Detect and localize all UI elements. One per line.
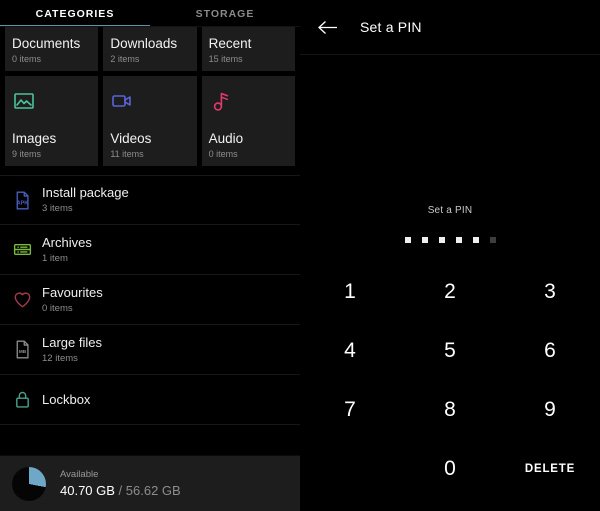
- storage-separator: /: [114, 483, 126, 498]
- storage-total-value: 56.62 GB: [125, 483, 181, 498]
- list-item-favourites[interactable]: Favourites 0 items: [0, 275, 300, 325]
- lock-icon: [12, 389, 42, 410]
- keypad-key-3[interactable]: 3: [500, 262, 600, 321]
- list-item-title: Large files: [42, 334, 102, 350]
- list-item-text: Archives 1 item: [42, 235, 92, 265]
- keypad-delete-button[interactable]: DELETE: [500, 439, 600, 498]
- list-item-archives[interactable]: Archives 1 item: [0, 225, 300, 275]
- category-card-documents[interactable]: Documents 0 items: [5, 27, 99, 71]
- pin-dot-1: [404, 237, 411, 243]
- keypad-key-blank: [300, 439, 400, 498]
- category-card-subtitle: 0 items: [12, 54, 42, 64]
- category-card-images[interactable]: Images 9 items: [5, 76, 99, 166]
- category-card-videos[interactable]: Videos 11 items: [103, 76, 197, 166]
- pin-dot-2: [421, 237, 428, 243]
- tab-bar: CATEGORIES STORAGE: [0, 0, 300, 27]
- svg-text:MB: MB: [19, 349, 27, 355]
- category-card-subtitle: 0 items: [208, 149, 238, 159]
- keypad-key-7[interactable]: 7: [300, 380, 400, 439]
- storage-available-label: Available: [60, 469, 99, 480]
- pin-body: Set a PIN 1 2 3 4 5 6 7 8 9 0 DELETE: [300, 55, 600, 511]
- list-item-subtitle: 12 items: [42, 352, 78, 364]
- storage-summary-bar[interactable]: Available 40.70 GB / 56.62 GB: [0, 455, 300, 511]
- storage-used-value: 40.70 GB: [60, 483, 115, 498]
- keypad-key-8[interactable]: 8: [400, 380, 500, 439]
- list-item-large-files[interactable]: MB Large files 12 items: [0, 325, 300, 375]
- list-item-title: Favourites: [42, 284, 103, 300]
- set-pin-panel: Set a PIN Set a PIN 1 2 3 4 5 6 7 8 9 0 DELETE: [300, 0, 600, 511]
- list-item-subtitle: 3 items: [42, 203, 73, 214]
- pin-header-title: Set a PIN: [360, 19, 422, 35]
- category-card-title: Videos: [110, 131, 152, 146]
- app-root: CATEGORIES STORAGE Documents 0 items Down…: [0, 0, 600, 511]
- pin-keypad: 1 2 3 4 5 6 7 8 9 0 DELETE: [300, 262, 600, 498]
- category-card-grid: Documents 0 items Downloads 2 items Rece…: [0, 27, 300, 166]
- tab-label: CATEGORIES: [35, 7, 115, 20]
- category-card-recent[interactable]: Recent 15 items: [201, 27, 295, 71]
- category-card-subtitle: 15 items: [208, 54, 243, 64]
- pin-header: Set a PIN: [300, 0, 600, 55]
- list-item-title: Install package: [42, 185, 129, 200]
- list-item-subtitle: 0 items: [42, 302, 73, 314]
- category-list: APK Install package 3 items Archives 1 i…: [0, 175, 300, 425]
- category-card-subtitle: 11 items: [110, 149, 144, 159]
- tab-storage[interactable]: STORAGE: [150, 0, 300, 27]
- category-card-title: Documents: [12, 36, 81, 51]
- list-item-lockbox[interactable]: Lockbox: [0, 375, 300, 425]
- svg-text:APK: APK: [17, 200, 29, 206]
- keypad-key-2[interactable]: 2: [400, 262, 500, 321]
- list-item-title: Lockbox: [42, 391, 91, 407]
- pin-dot-6: [489, 237, 496, 243]
- category-card-title: Images: [12, 131, 57, 146]
- tab-label: STORAGE: [195, 7, 255, 20]
- pin-prompt-label: Set a PIN: [427, 205, 473, 216]
- list-item-text: Lockbox: [42, 392, 90, 408]
- pin-dot-4: [455, 237, 462, 243]
- list-item-install-package[interactable]: APK Install package 3 items: [0, 175, 300, 225]
- storage-text-group: Available 40.70 GB / 56.62 GB: [60, 468, 181, 499]
- keypad-key-5[interactable]: 5: [400, 321, 500, 380]
- list-item-text: Install package 3 items: [42, 185, 129, 215]
- keypad-key-6[interactable]: 6: [500, 321, 600, 380]
- music-note-icon: [209, 86, 288, 116]
- heart-icon: [12, 289, 42, 310]
- pin-dot-3: [438, 237, 445, 243]
- large-file-icon: MB: [12, 339, 42, 360]
- list-item-subtitle: 1 item: [42, 252, 68, 264]
- list-item-text: Favourites 0 items: [42, 285, 103, 315]
- category-card-subtitle: 9 items: [12, 149, 42, 159]
- arrow-left-icon[interactable]: [314, 13, 342, 41]
- video-icon: [110, 86, 189, 116]
- keypad-key-1[interactable]: 1: [300, 262, 400, 321]
- pin-dot-indicator: [404, 237, 496, 243]
- storage-values: 40.70 GB / 56.62 GB: [60, 482, 181, 499]
- keypad-key-9[interactable]: 9: [500, 380, 600, 439]
- categories-scroll-area[interactable]: Documents 0 items Downloads 2 items Rece…: [0, 27, 300, 455]
- pin-dot-5: [472, 237, 479, 243]
- archive-icon: [12, 239, 42, 260]
- keypad-key-0[interactable]: 0: [400, 439, 500, 498]
- category-card-subtitle: 2 items: [110, 54, 140, 64]
- tab-categories[interactable]: CATEGORIES: [0, 0, 150, 27]
- category-card-audio[interactable]: Audio 0 items: [201, 76, 295, 166]
- category-card-title: Audio: [208, 131, 244, 146]
- file-manager-panel: CATEGORIES STORAGE Documents 0 items Down…: [0, 0, 300, 511]
- category-card-title: Recent: [208, 36, 252, 51]
- storage-pie-chart: [12, 466, 46, 501]
- list-item-title: Archives: [42, 234, 92, 250]
- list-item-text: Large files 12 items: [42, 335, 102, 365]
- apk-file-icon: APK: [12, 190, 42, 211]
- category-card-downloads[interactable]: Downloads 2 items: [103, 27, 197, 71]
- keypad-key-4[interactable]: 4: [300, 321, 400, 380]
- image-icon: [12, 86, 91, 116]
- category-card-title: Downloads: [110, 36, 178, 51]
